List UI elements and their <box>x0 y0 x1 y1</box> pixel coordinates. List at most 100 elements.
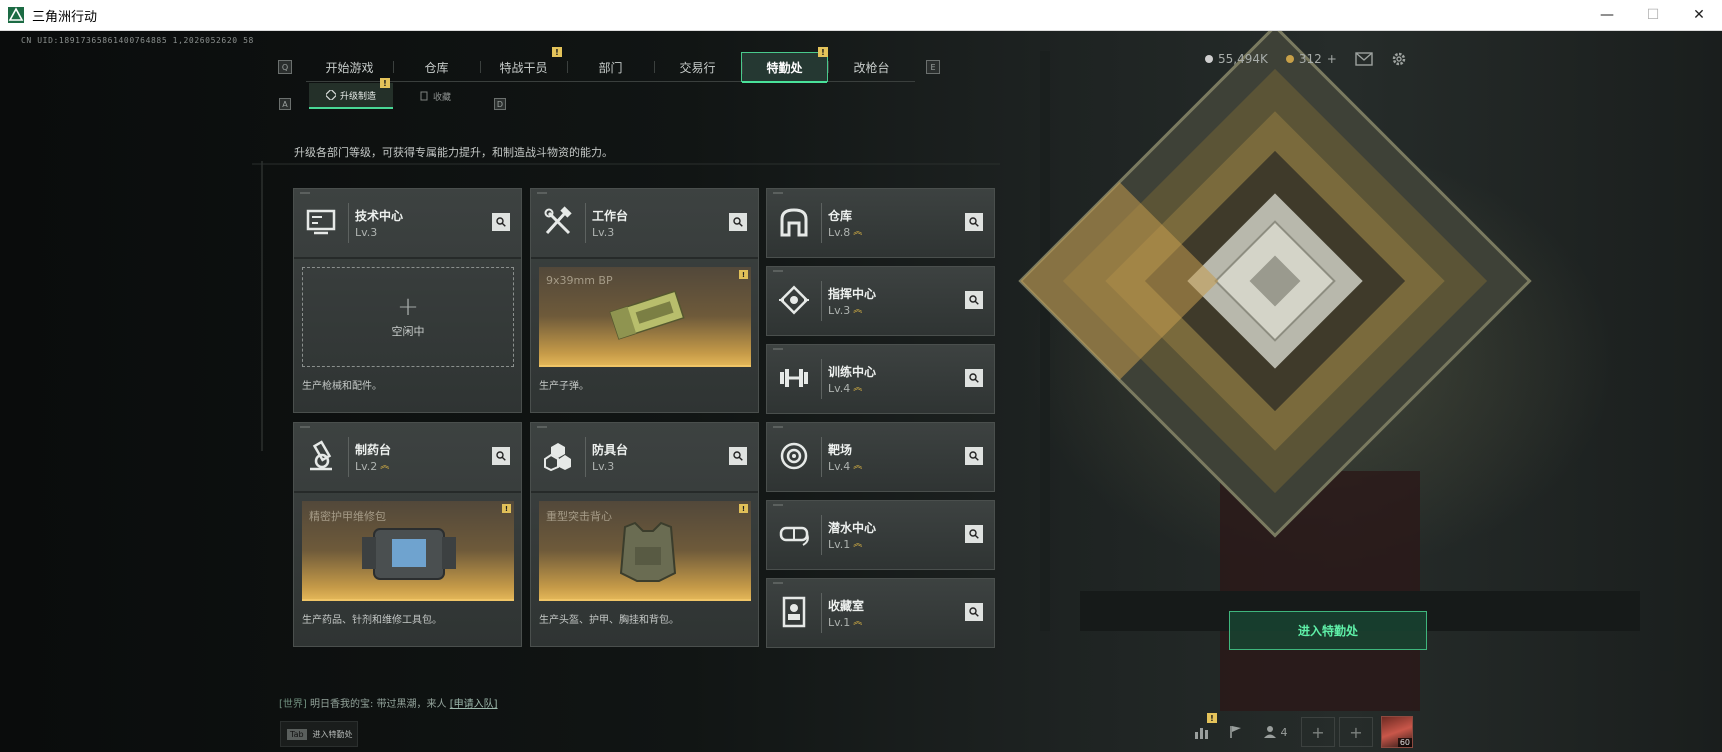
department-card-shooting-range[interactable]: 靶场 Lv.4 ︽ <box>766 422 995 492</box>
department-description: 生产枪械和配件。 <box>302 381 382 392</box>
card-divider <box>821 515 822 555</box>
join-team-link[interactable]: [申请入队] <box>450 699 498 710</box>
production-slot-idle[interactable]: + 空闲中 <box>302 267 514 367</box>
department-card-diving-center[interactable]: 潜水中心 Lv.1 ︽ <box>766 500 995 570</box>
nav-prev-key-hint[interactable]: Q <box>278 60 292 74</box>
stats-button[interactable]: ! <box>1185 713 1219 747</box>
command-center-icon <box>779 285 809 315</box>
card-divider <box>821 437 822 477</box>
production-slot-active[interactable]: 重型突击背心 ! <box>539 501 751 601</box>
chat-channel: [世界] <box>279 699 307 710</box>
settings-gear-icon[interactable] <box>1391 51 1407 67</box>
tab-label: 改枪台 <box>853 60 890 75</box>
notification-badge: ! <box>818 47 828 57</box>
department-card-pharmacy[interactable]: 制药台 Lv.2 ︽ 精密护甲维修包 ! 生产药品、针剂和维修工具包。 <box>293 422 522 647</box>
department-name: 工作台 <box>592 209 629 223</box>
production-slot-active[interactable]: 精密护甲维修包 ! <box>302 501 514 601</box>
department-card-armor-bench[interactable]: 防具台 Lv.3 重型突击背心 ! 生产头盔、护甲、胸挂和背包。 <box>530 422 759 647</box>
subtab-upgrade-craft[interactable]: 升级制造 ! <box>309 78 393 109</box>
card-divider <box>821 203 822 243</box>
inspect-button[interactable] <box>965 525 983 543</box>
enter-special-ops-button[interactable]: 进入特勤处 <box>1229 611 1427 650</box>
tab-warehouse[interactable]: 仓库 <box>393 52 480 82</box>
invite-slot-1[interactable]: + <box>1301 717 1335 747</box>
search-icon <box>969 295 979 305</box>
flag-button[interactable] <box>1219 717 1253 747</box>
bar-chart-icon <box>1195 728 1208 739</box>
coin-icon <box>1205 55 1213 63</box>
upgrade-available-icon: ︽ <box>853 461 863 471</box>
department-name: 仓库 <box>828 209 853 223</box>
tab-trading[interactable]: 交易行 <box>654 52 741 82</box>
token-balance[interactable]: 312 + <box>1285 52 1337 66</box>
production-slot-active[interactable]: 9x39mm BP ! <box>539 267 751 367</box>
player-level: 60 <box>1397 738 1412 747</box>
mail-icon[interactable] <box>1355 52 1373 66</box>
notification-badge: ! <box>1207 713 1217 723</box>
inspect-button[interactable] <box>729 447 747 465</box>
inspect-button[interactable] <box>965 369 983 387</box>
chat-sender[interactable]: 明日香我的宝: <box>310 699 373 710</box>
tab-special-ops[interactable]: 特勤处! <box>741 47 828 83</box>
subnav-prev-key-hint[interactable]: A <box>279 98 291 110</box>
inspect-button[interactable] <box>965 213 983 231</box>
department-card-workbench[interactable]: 工作台 Lv.3 9x39mm BP ! 生产子弹。 <box>530 188 759 413</box>
subnav-next-key-hint[interactable]: D <box>494 98 506 110</box>
card-corner-mark <box>773 504 783 506</box>
search-icon <box>496 217 506 227</box>
user-uid: CN UID:18917365861400764885 1,2026052620… <box>21 36 254 45</box>
window-title: 三角洲行动 <box>32 9 98 25</box>
tab-key-hint[interactable]: Tab 进入特勤处 <box>280 721 358 747</box>
close-button[interactable]: ✕ <box>1676 0 1722 30</box>
inspect-button[interactable] <box>965 291 983 309</box>
armor-vest-image <box>619 521 677 582</box>
player-avatar[interactable]: 60 <box>1381 716 1413 748</box>
level-text: Lv.2 <box>355 460 378 473</box>
department-card-command-center[interactable]: 指挥中心 Lv.3 ︽ <box>766 266 995 336</box>
upgrade-available-icon: ︽ <box>853 539 863 549</box>
inspect-button[interactable] <box>965 447 983 465</box>
notification-badge: ! <box>380 78 390 88</box>
tab-departments[interactable]: 部门 <box>567 52 654 82</box>
top-nav: 开始游戏 仓库 特战干员! 部门 交易行 特勤处! 改枪台 <box>306 47 915 83</box>
level-text: Lv.3 <box>828 304 851 317</box>
department-name: 收藏室 <box>828 599 865 613</box>
slot-status: 空闲中 <box>391 325 425 338</box>
card-divider <box>348 437 349 477</box>
minimize-button[interactable]: — <box>1584 0 1630 30</box>
team-players-button[interactable]: 4 <box>1253 717 1297 747</box>
inspect-button[interactable] <box>492 213 510 231</box>
upgrade-available-icon: ︽ <box>853 617 863 627</box>
tab-operators[interactable]: 特战干员! <box>480 47 567 82</box>
maximize-button[interactable]: ☐ <box>1630 0 1676 30</box>
add-token-icon[interactable]: + <box>1327 52 1337 66</box>
player-count: 4 <box>1280 725 1288 739</box>
chat-text: 带过黑潮，来人 <box>376 699 447 710</box>
department-level: Lv.1 ︽ <box>828 616 862 629</box>
subtab-collection[interactable]: 收藏 <box>393 83 477 109</box>
department-card-storage[interactable]: 仓库 Lv.8 ︽ <box>766 188 995 258</box>
inspect-button[interactable] <box>965 603 983 621</box>
card-corner-mark <box>773 582 783 584</box>
upgrade-available-icon: ︽ <box>853 383 863 393</box>
department-name: 制药台 <box>355 443 392 457</box>
level-text: Lv.3 <box>592 460 615 473</box>
search-icon <box>969 529 979 539</box>
department-card-tech-center[interactable]: 技术中心 Lv.3 + 空闲中 生产枪械和配件。 <box>293 188 522 413</box>
tab-gunsmith[interactable]: 改枪台 <box>828 52 915 82</box>
card-divider <box>821 593 822 633</box>
department-card-training-center[interactable]: 训练中心 Lv.4 ︽ <box>766 344 995 414</box>
tech-center-icon <box>306 209 336 235</box>
notification-badge: ! <box>552 47 562 57</box>
inspect-button[interactable] <box>729 213 747 231</box>
inspect-button[interactable] <box>492 447 510 465</box>
department-card-collection-room[interactable]: 收藏室 Lv.1 ︽ <box>766 578 995 648</box>
training-center-icon <box>780 369 808 387</box>
invite-slot-2[interactable]: + <box>1339 717 1373 747</box>
search-icon <box>969 451 979 461</box>
card-corner-mark <box>773 270 783 272</box>
department-level: Lv.4 ︽ <box>828 460 862 473</box>
department-description: 生产药品、针剂和维修工具包。 <box>302 615 442 626</box>
nav-next-key-hint[interactable]: E <box>926 60 940 74</box>
window-titlebar: 三角洲行动 — ☐ ✕ <box>0 0 1722 31</box>
